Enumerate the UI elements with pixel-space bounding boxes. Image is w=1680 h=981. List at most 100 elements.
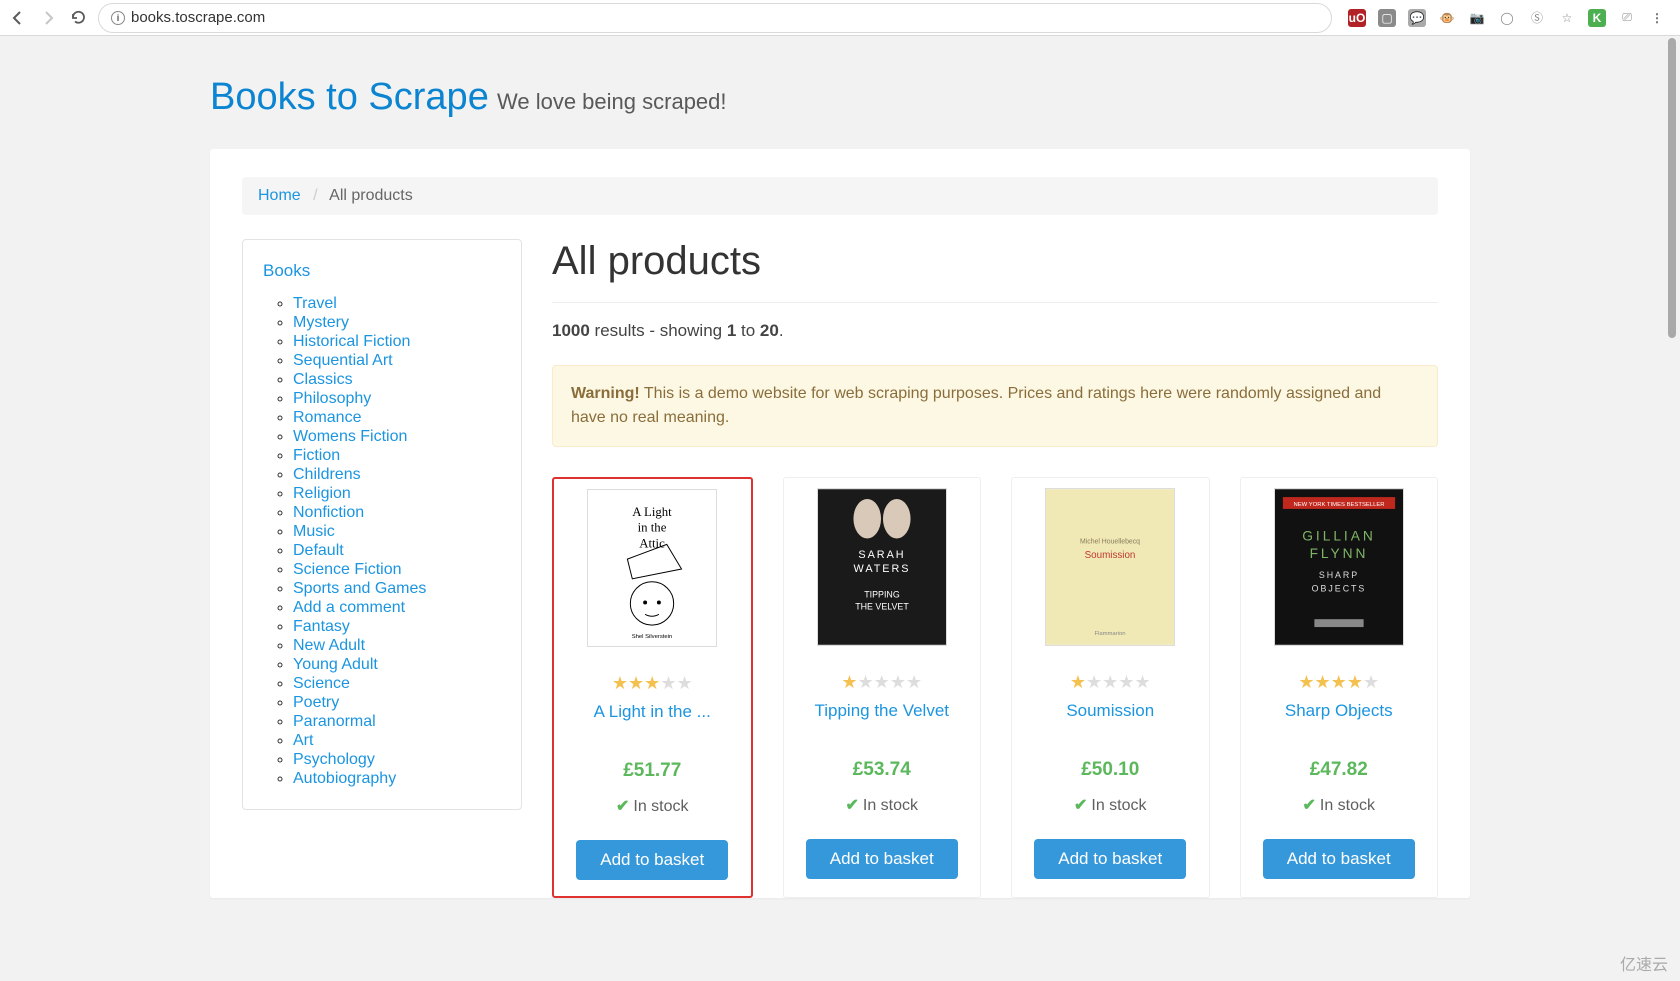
product-availability: ✔In stock — [1302, 795, 1375, 815]
category-item: Childrens — [293, 466, 501, 484]
results-total: 1000 — [552, 321, 590, 340]
skype-icon[interactable]: Ⓢ — [1528, 9, 1546, 27]
extension-icon[interactable]: ▢ — [1378, 9, 1396, 27]
product-image-link[interactable]: A Lightin theAtticShel Silverstein — [587, 489, 717, 647]
category-link[interactable]: Mystery — [293, 314, 349, 331]
category-link[interactable]: Default — [293, 542, 344, 559]
extension-icon[interactable]: 📷 — [1468, 9, 1486, 27]
category-link[interactable]: Fantasy — [293, 618, 350, 635]
category-link[interactable]: Psychology — [293, 751, 375, 768]
scrollbar[interactable] — [1668, 38, 1676, 338]
rating-stars: ★★★★★ — [1070, 672, 1151, 693]
add-to-basket-button[interactable]: Add to basket — [1263, 839, 1415, 879]
bookmark-star-icon[interactable]: ☆ — [1558, 9, 1576, 27]
star-icon: ★ — [890, 672, 906, 692]
product-title-link[interactable]: A Light in the ... — [594, 702, 711, 721]
category-link[interactable]: Sports and Games — [293, 580, 426, 597]
menu-icon[interactable]: ⋮ — [1648, 9, 1666, 27]
category-link[interactable]: Science — [293, 675, 350, 692]
layout-row: Books Travel Mystery Historical Fiction Seq… — [242, 239, 1438, 898]
category-link[interactable]: Sequential Art — [293, 352, 393, 369]
product-price: £51.77 — [623, 760, 681, 782]
address-bar[interactable]: i books.toscrape.com — [98, 3, 1332, 33]
alert-warning: Warning! This is a demo website for web … — [552, 365, 1438, 447]
product-title-link[interactable]: Sharp Objects — [1285, 701, 1393, 720]
product-price: £50.10 — [1081, 759, 1139, 781]
svg-text:WATERS: WATERS — [853, 563, 910, 575]
results-from: 1 — [727, 321, 736, 340]
category-link[interactable]: Music — [293, 523, 335, 540]
category-link[interactable]: Add a comment — [293, 599, 405, 616]
svg-text:THE VELVET: THE VELVET — [855, 601, 909, 611]
star-icon: ★ — [1134, 672, 1150, 692]
category-link[interactable]: Historical Fiction — [293, 333, 410, 350]
category-item: Art — [293, 732, 501, 750]
breadcrumb-home[interactable]: Home — [258, 187, 301, 204]
category-link[interactable]: Poetry — [293, 694, 339, 711]
category-item: Mystery — [293, 314, 501, 332]
rating-stars: ★★★★★ — [841, 672, 922, 693]
extension-icon[interactable]: 💬 — [1408, 9, 1426, 27]
category-link[interactable]: Paranormal — [293, 713, 376, 730]
category-link[interactable]: Science Fiction — [293, 561, 402, 578]
category-link[interactable]: Philosophy — [293, 390, 371, 407]
page-title: All products — [552, 239, 1438, 303]
category-item: Autobiography — [293, 770, 501, 788]
category-item: Religion — [293, 485, 501, 503]
category-link[interactable]: Romance — [293, 409, 361, 426]
watermark: 亿速云 — [1620, 951, 1668, 975]
category-link[interactable]: Fiction — [293, 447, 340, 464]
site-info-icon[interactable]: i — [111, 11, 125, 25]
star-icon: ★ — [1347, 672, 1363, 692]
category-item: Fantasy — [293, 618, 501, 636]
category-item: Young Adult — [293, 656, 501, 674]
sidebar: Books Travel Mystery Historical Fiction Seq… — [242, 239, 522, 898]
category-link[interactable]: Religion — [293, 485, 351, 502]
back-button[interactable] — [8, 8, 28, 28]
product-title-link[interactable]: Soumission — [1066, 701, 1154, 720]
add-to-basket-button[interactable]: Add to basket — [576, 840, 728, 880]
site-title-link[interactable]: Books to Scrape — [210, 76, 489, 118]
category-link[interactable]: Womens Fiction — [293, 428, 407, 445]
extension-icon[interactable]: K — [1588, 9, 1606, 27]
star-icon: ★ — [906, 672, 922, 692]
result-count: 1000 results - showing 1 to 20. — [552, 321, 1438, 341]
sidebar-header-link[interactable]: Books — [263, 261, 310, 280]
product-image-link[interactable]: NEW YORK TIMES BESTSELLERGILLIANFLYNNSHA… — [1274, 488, 1404, 646]
extension-icon[interactable]: 🐵 — [1438, 9, 1456, 27]
star-icon: ★ — [858, 672, 874, 692]
product-image-link[interactable]: SARAHWATERSTIPPINGTHE VELVET — [817, 488, 947, 646]
category-link[interactable]: Autobiography — [293, 770, 396, 787]
category-item: Nonfiction — [293, 504, 501, 522]
site-header: Books to Scrape We love being scraped! — [210, 76, 1470, 119]
forward-button[interactable] — [38, 8, 58, 28]
browser-toolbar: i books.toscrape.com uO ▢ 💬 🐵 📷 ◯ Ⓢ ☆ K … — [0, 0, 1680, 36]
category-item: Womens Fiction — [293, 428, 501, 446]
category-link[interactable]: New Adult — [293, 637, 365, 654]
svg-text:TIPPING: TIPPING — [864, 590, 900, 600]
product-image-link[interactable]: Michel HouellebecqSoumissionFlammarion — [1045, 488, 1175, 646]
star-icon: ★ — [628, 673, 644, 693]
add-to-basket-button[interactable]: Add to basket — [806, 839, 958, 879]
check-icon: ✔ — [845, 797, 858, 814]
extension-icon[interactable]: ◯ — [1498, 9, 1516, 27]
add-to-basket-button[interactable]: Add to basket — [1034, 839, 1186, 879]
category-link[interactable]: Travel — [293, 295, 337, 312]
extension-icons: uO ▢ 💬 🐵 📷 ◯ Ⓢ ☆ K ⎚ ⋮ — [1342, 9, 1672, 27]
star-icon: ★ — [841, 672, 857, 692]
svg-text:Flammarion: Flammarion — [1095, 631, 1126, 637]
reload-button[interactable] — [68, 8, 88, 28]
breadcrumb-separator: / — [313, 187, 317, 204]
category-link[interactable]: Classics — [293, 371, 353, 388]
category-card: Books Travel Mystery Historical Fiction Seq… — [242, 239, 522, 810]
category-link[interactable]: Childrens — [293, 466, 361, 483]
category-link[interactable]: Art — [293, 732, 313, 749]
cast-icon[interactable]: ⎚ — [1618, 9, 1636, 27]
category-link[interactable]: Young Adult — [293, 656, 378, 673]
site-subtitle: We love being scraped! — [497, 89, 727, 114]
results-text: results - showing — [590, 321, 727, 340]
category-item: Sports and Games — [293, 580, 501, 598]
ublock-icon[interactable]: uO — [1348, 9, 1366, 27]
category-link[interactable]: Nonfiction — [293, 504, 364, 521]
product-title-link[interactable]: Tipping the Velvet — [814, 701, 949, 720]
